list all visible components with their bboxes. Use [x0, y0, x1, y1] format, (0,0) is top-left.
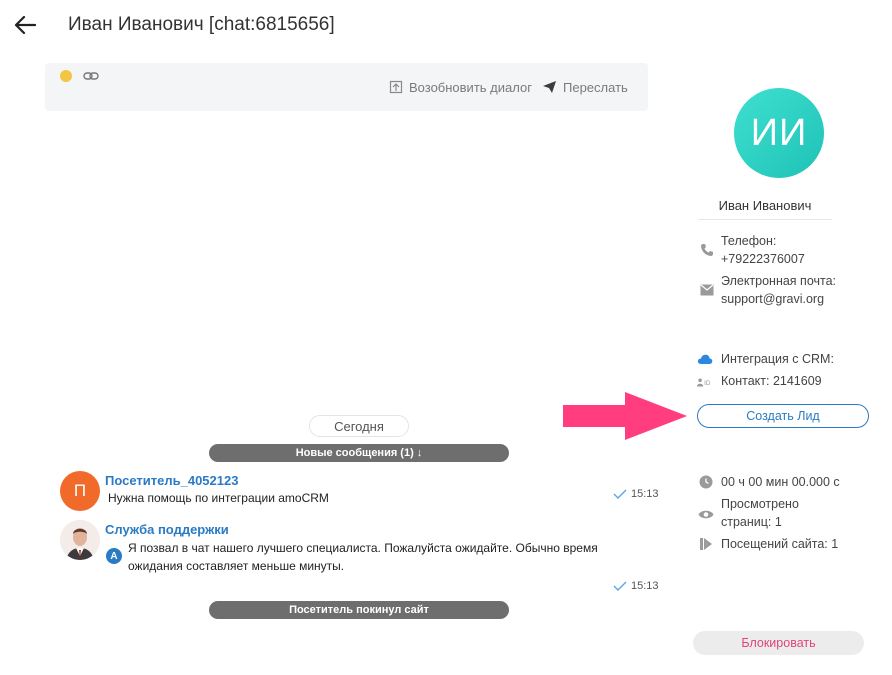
visitor-avatar: П	[60, 471, 100, 511]
email-value[interactable]: support@gravi.org	[721, 290, 824, 308]
crm-integration-label: Интеграция с CRM:	[721, 352, 834, 366]
link-icon[interactable]	[83, 70, 99, 82]
chat-toolbar: Возобновить диалог Переслать	[45, 63, 648, 111]
clock-icon	[698, 474, 714, 490]
phone-icon	[699, 242, 715, 258]
contact-avatar: ИИ	[734, 88, 824, 178]
arrow-left-icon	[14, 16, 36, 34]
site-visits: Посещений сайта: 1	[721, 537, 839, 551]
send-icon	[543, 81, 556, 93]
crm-contact-id[interactable]: Контакт: 2141609	[721, 372, 822, 390]
forward-label: Переслать	[563, 79, 628, 95]
date-separator: Сегодня	[309, 415, 409, 437]
archive-icon	[389, 80, 403, 94]
agent-avatar	[60, 520, 100, 560]
message-text-line: Я позвал в чат нашего лучшего специалист…	[128, 541, 598, 555]
svg-text:ID: ID	[704, 380, 711, 387]
message-text: Нужна помощь по интеграции amoCRM	[108, 491, 329, 505]
divider	[698, 219, 832, 220]
message-status: 15:13	[613, 488, 659, 500]
id-icon: ID	[697, 374, 713, 390]
cloud-icon	[697, 351, 713, 367]
create-lead-button[interactable]: Создать Лид	[697, 404, 869, 428]
resume-dialog-label: Возобновить диалог	[409, 79, 532, 95]
pages-viewed-count: страниц: 1	[721, 515, 782, 529]
pages-viewed-label: Просмотрено	[721, 497, 799, 511]
session-duration: 00 ч 00 мин 00.000 с	[721, 475, 840, 489]
check-icon	[613, 581, 627, 591]
message-time: 15:13	[631, 488, 659, 500]
contact-name: Иван Иванович	[718, 198, 812, 213]
message-status: 15:13	[613, 580, 659, 592]
email-icon	[699, 282, 715, 298]
message-text-line: ожидания составляет меньше минуты.	[128, 559, 345, 573]
eye-icon	[698, 506, 714, 522]
agent-photo	[60, 520, 100, 560]
forward-button[interactable]: Переслать	[542, 78, 628, 96]
check-icon	[613, 489, 627, 499]
email-label: Электронная почта:	[721, 274, 837, 288]
phone-value[interactable]: +79222376007	[721, 250, 805, 268]
back-button[interactable]	[12, 12, 38, 38]
status-indicator	[60, 70, 72, 82]
message-author[interactable]: Служба поддержки	[105, 522, 229, 537]
agent-badge: A	[106, 548, 122, 564]
visits-icon	[698, 536, 714, 552]
phone-label: Телефон:	[721, 234, 777, 248]
new-messages-bar[interactable]: Новые сообщения (1) ↓	[209, 444, 509, 462]
resume-dialog-button[interactable]: Возобновить диалог	[389, 78, 532, 96]
page-title: Иван Иванович [chat:6815656]	[68, 14, 335, 35]
message-time: 15:13	[631, 580, 659, 592]
message-author[interactable]: Посетитель_4052123	[105, 473, 238, 488]
block-button[interactable]: Блокировать	[693, 631, 864, 655]
visitor-left-bar: Посетитель покинул сайт	[209, 601, 509, 619]
annotation-arrow	[563, 392, 687, 440]
